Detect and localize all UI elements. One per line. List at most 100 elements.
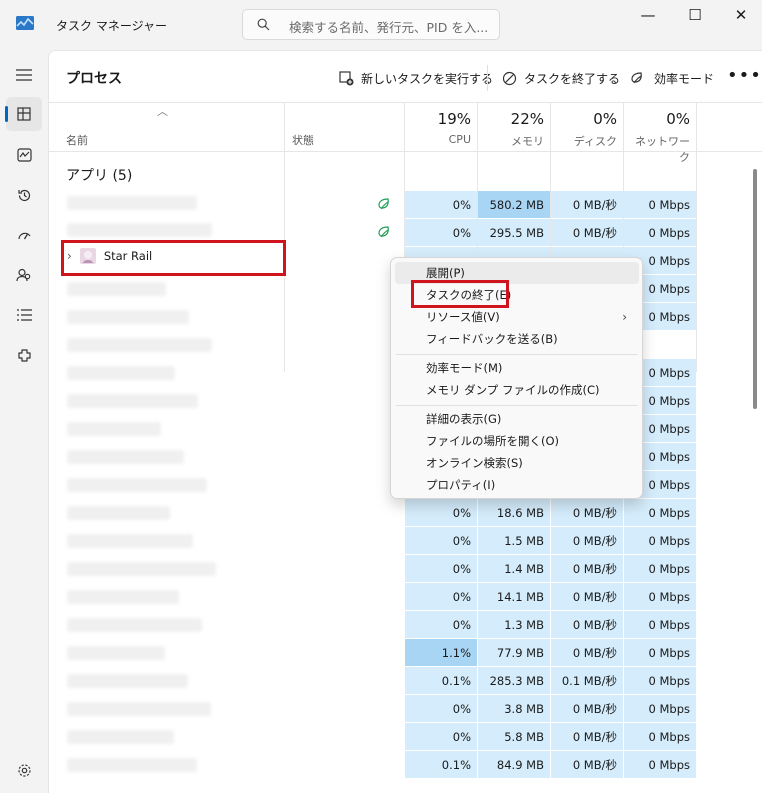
close-button[interactable]: ✕ <box>721 4 761 26</box>
app-history-icon[interactable] <box>6 178 42 212</box>
menu-divider <box>396 405 638 406</box>
table-cell-cpu: 0% <box>405 527 477 555</box>
table-cell-cpu: 0.1% <box>405 667 477 695</box>
performance-icon[interactable] <box>6 138 42 172</box>
table-cell-cpu: 0% <box>405 191 477 219</box>
highlight-box-star-rail <box>61 240 286 276</box>
maximize-button[interactable]: ☐ <box>675 4 715 26</box>
table-cell-net: 0 Mbps <box>624 611 696 639</box>
task-manager-app-icon <box>16 16 34 30</box>
new-task-button[interactable]: 新しいタスクを実行する <box>339 65 493 91</box>
disk-percent[interactable]: 0% <box>553 110 617 128</box>
disk-label[interactable]: ディスク <box>553 133 617 149</box>
table-cell-net: 0 Mbps <box>624 695 696 723</box>
table-cell-disk: 0 MB/秒 <box>551 639 623 667</box>
search-box[interactable]: 検索する名前、発行元、PID を入... <box>242 9 500 40</box>
table-cell-disk: 0 MB/秒 <box>551 751 623 779</box>
column-status[interactable]: 状態 <box>292 132 314 148</box>
menu-properties[interactable]: プロパティ(I) <box>395 474 639 496</box>
group-apps-header[interactable]: アプリ (5) <box>66 165 132 185</box>
table-cell-disk: 0 MB/秒 <box>551 695 623 723</box>
table-cell-net: 0 Mbps <box>624 723 696 751</box>
menu-create-dump[interactable]: メモリ ダンプ ファイルの作成(C) <box>395 379 639 401</box>
menu-efficiency-mode[interactable]: 効率モード(M) <box>395 357 639 379</box>
hamburger-icon[interactable] <box>6 58 42 92</box>
header-top-divider <box>49 102 762 103</box>
table-cell-mem: 14.1 MB <box>478 583 550 611</box>
users-icon[interactable] <box>6 258 42 292</box>
table-cell-mem: 1.5 MB <box>478 527 550 555</box>
table-cell-mem: 84.9 MB <box>478 751 550 779</box>
menu-search-online[interactable]: オンライン検索(S) <box>395 452 639 474</box>
title-bar: タスク マネージャー 検索する名前、発行元、PID を入... — ☐ ✕ <box>0 0 762 50</box>
end-task-icon <box>502 71 517 85</box>
table-cell-mem: 1.3 MB <box>478 611 550 639</box>
table-cell-net: 0 Mbps <box>624 191 696 219</box>
memory-label[interactable]: メモリ <box>480 133 544 149</box>
table-cell-net: 0 Mbps <box>624 667 696 695</box>
table-cell-disk: 0 MB/秒 <box>551 499 623 527</box>
redacted-name <box>67 282 166 296</box>
highlight-box-end-task <box>411 280 509 308</box>
menu-go-to-details[interactable]: 詳細の表示(G) <box>395 408 639 430</box>
table-cell-net: 0 Mbps <box>624 555 696 583</box>
startup-apps-icon[interactable] <box>6 218 42 252</box>
app-title: タスク マネージャー <box>56 19 167 33</box>
table-cell-net: 0 Mbps <box>624 583 696 611</box>
menu-resource-values-label: リソース値(V) <box>426 310 500 324</box>
table-cell-net: 0 Mbps <box>624 751 696 779</box>
sort-caret-icon[interactable]: ︿ <box>157 103 168 119</box>
end-task-label: タスクを終了する <box>524 71 621 86</box>
new-task-label: 新しいタスクを実行する <box>361 71 494 86</box>
redacted-name <box>67 223 212 237</box>
menu-open-file-location[interactable]: ファイルの場所を開く(O) <box>395 430 639 452</box>
table-cell-mem: 1.4 MB <box>478 555 550 583</box>
details-icon[interactable] <box>6 298 42 332</box>
header-bottom-divider <box>49 151 762 152</box>
leaf-icon <box>631 71 642 83</box>
menu-resource-values[interactable]: リソース値(V) › <box>395 306 639 328</box>
cpu-percent[interactable]: 19% <box>407 110 471 128</box>
efficiency-leaf-icon <box>377 225 393 243</box>
memory-percent[interactable]: 22% <box>480 110 544 128</box>
table-cell-net: 0 Mbps <box>624 527 696 555</box>
redacted-name <box>67 310 189 324</box>
table-cell-cpu: 0% <box>405 499 477 527</box>
efficiency-leaf-icon <box>377 197 393 215</box>
redacted-name <box>67 506 170 520</box>
redacted-name <box>67 422 161 436</box>
menu-send-feedback[interactable]: フィードバックを送る(B) <box>395 328 639 350</box>
processes-icon[interactable] <box>5 97 42 131</box>
efficiency-mode-label: 効率モード <box>654 71 715 86</box>
redacted-name <box>67 702 211 716</box>
settings-icon[interactable] <box>6 753 42 787</box>
context-menu: 展開(P) タスクの終了(E) リソース値(V) › フィードバックを送る(B)… <box>390 257 643 499</box>
column-divider <box>696 102 697 372</box>
table-cell-disk: 0 MB/秒 <box>551 611 623 639</box>
network-percent[interactable]: 0% <box>626 110 690 128</box>
column-divider <box>284 102 285 372</box>
end-task-button[interactable]: タスクを終了する <box>502 65 620 91</box>
table-cell-cpu: 1.1% <box>405 639 477 667</box>
redacted-name <box>67 646 165 660</box>
vertical-scrollbar[interactable] <box>753 169 757 409</box>
cpu-label[interactable]: CPU <box>407 133 471 146</box>
search-icon <box>257 18 270 31</box>
table-cell-mem: 580.2 MB <box>478 191 550 219</box>
minimize-button[interactable]: — <box>628 4 668 26</box>
table-cell-disk: 0 MB/秒 <box>551 555 623 583</box>
redacted-name <box>67 562 216 576</box>
table-cell-mem: 18.6 MB <box>478 499 550 527</box>
column-name[interactable]: 名前 <box>66 132 88 148</box>
left-navigation <box>0 50 48 793</box>
table-cell-disk: 0 MB/秒 <box>551 723 623 751</box>
redacted-name <box>67 394 198 408</box>
efficiency-mode-button[interactable]: 効率モード <box>630 65 714 91</box>
table-cell-net: 0 Mbps <box>624 639 696 667</box>
services-icon[interactable] <box>6 338 42 372</box>
table-cell-cpu: 0% <box>405 611 477 639</box>
redacted-name <box>67 366 175 380</box>
processes-panel: プロセス 新しいタスクを実行する タスクを終了する 効率モード ••• ︿ 名前… <box>48 50 762 793</box>
more-options-button[interactable]: ••• <box>727 65 762 86</box>
network-label[interactable]: ネットワーク <box>626 133 690 165</box>
